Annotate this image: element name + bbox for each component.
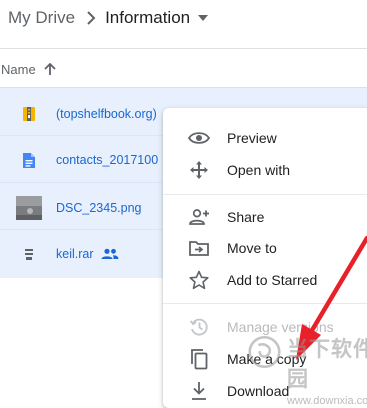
star-icon xyxy=(187,268,211,292)
breadcrumb: My Drive Information xyxy=(8,6,209,30)
menu-item-share[interactable]: Share xyxy=(163,202,367,232)
file-name: contacts_2017100 xyxy=(56,153,159,167)
watermark: 当下软件园 www.downxia.com xyxy=(248,333,367,407)
file-name: DSC_2345.png xyxy=(56,201,142,215)
watermark-title: 当下软件园 xyxy=(286,338,367,391)
menu-item-add-to-starred[interactable]: Add to Starred xyxy=(163,265,367,295)
menu-separator xyxy=(163,194,367,195)
archive-icon xyxy=(17,102,41,126)
image-thumbnail xyxy=(16,195,42,221)
watermark-url: www.downxia.com xyxy=(286,395,367,407)
breadcrumb-my-drive[interactable]: My Drive xyxy=(8,8,75,28)
menu-item-move-to[interactable]: Move to xyxy=(163,233,367,263)
archive-icon xyxy=(17,242,41,266)
move-arrows-icon xyxy=(187,158,211,182)
column-header-name[interactable]: Name xyxy=(1,60,56,78)
chevron-right-icon xyxy=(86,11,96,25)
menu-item-open-with[interactable]: Open with xyxy=(163,155,367,185)
header-divider xyxy=(0,48,367,49)
column-header-name-label: Name xyxy=(1,61,36,77)
shared-people-icon xyxy=(101,248,119,260)
file-name: (topshelfbook.org) xyxy=(56,107,157,121)
file-name: keil.rar xyxy=(56,247,94,261)
document-icon xyxy=(17,148,41,172)
arrow-up-icon[interactable] xyxy=(44,62,56,76)
eye-icon xyxy=(187,126,211,150)
download-icon xyxy=(187,379,211,403)
move-to-folder-icon xyxy=(187,236,211,260)
menu-separator xyxy=(163,303,367,304)
breadcrumb-current-folder[interactable]: Information xyxy=(105,8,190,28)
watermark-logo-icon xyxy=(248,335,281,369)
add-person-icon xyxy=(187,205,211,229)
history-icon xyxy=(187,315,211,339)
menu-item-preview[interactable]: Preview xyxy=(163,123,367,153)
copy-icon xyxy=(187,347,211,371)
caret-down-icon[interactable] xyxy=(198,15,209,21)
